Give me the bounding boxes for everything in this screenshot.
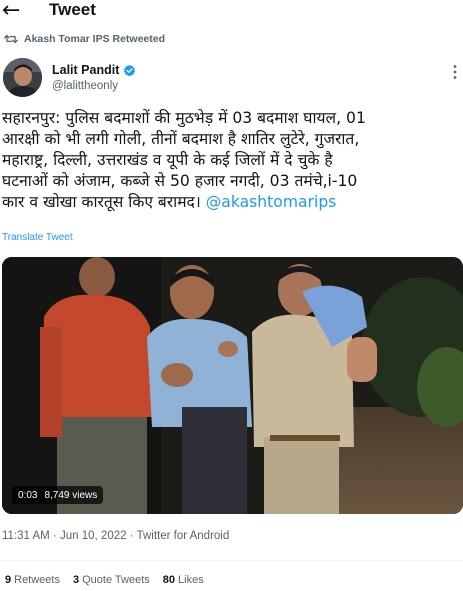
tweet-text-line: घटनाओं को अंजाम, कब्जे से 50 हजार नगदी, … (2, 172, 358, 190)
retweet-context[interactable]: Akash Tomar IPS Retweeted (4, 31, 165, 47)
divider (0, 560, 463, 561)
tweet-time[interactable]: 11:31 AM (2, 530, 50, 542)
mention-link[interactable]: @akashtomarips (206, 193, 337, 211)
tweet-source[interactable]: Twitter for Android (137, 530, 230, 542)
more-options-icon[interactable] (447, 64, 463, 80)
tweet-date[interactable]: Jun 10, 2022 (60, 530, 127, 542)
tweet-meta: 11:31 AM · Jun 10, 2022 · Twitter for An… (2, 530, 229, 542)
quote-tweets-count: 3 (72, 574, 80, 586)
tweet-text-line: सहारनपुर: पुलिस बदमाशों की मुठभेड़ में 0… (2, 109, 366, 127)
retweet-icon (4, 34, 18, 44)
retweets-label: Retweets (14, 574, 60, 586)
video-info-badge: 0:03 8,749 views (12, 486, 104, 504)
video-duration: 0:03 (18, 489, 38, 501)
top-bar: ← Tweet (0, 0, 463, 26)
author-name: Lalit Pandit (52, 63, 120, 77)
avatar-image (3, 58, 42, 97)
author-handle[interactable]: @lalittheonly (52, 79, 118, 93)
translate-tweet-link[interactable]: Translate Tweet (2, 232, 73, 243)
back-arrow-icon[interactable]: ← (2, 0, 20, 23)
tweet-text-line: कार व खोखा कारतूस किए बरामद। (2, 193, 201, 211)
tweet-text-line: महाराष्ट्र, दिल्ली, उत्तराखंड व यूपी के … (2, 151, 333, 169)
likes-count: 80 (162, 574, 176, 586)
video-views: 8,749 views (44, 489, 98, 501)
likes-stat[interactable]: 80 Likes (163, 574, 204, 586)
verified-badge-icon (124, 64, 136, 76)
retweet-context-text: Akash Tomar IPS Retweeted (24, 33, 166, 45)
video-player[interactable]: 0:03 8,749 views (2, 257, 463, 514)
avatar[interactable] (3, 58, 42, 97)
tweet-text-last-line: कार व खोखा कारतूस किए बरामद। @akashtomar… (2, 192, 463, 213)
author-name-row[interactable]: Lalit Pandit (52, 62, 136, 78)
retweets-count: 9 (5, 574, 12, 586)
page-title: Tweet (49, 0, 96, 19)
quote-tweets-label: Quote Tweets (82, 574, 150, 586)
quote-tweets-stat[interactable]: 3 Quote Tweets (73, 574, 150, 586)
video-frame (2, 257, 463, 514)
meta-separator: · (52, 530, 57, 542)
tweet-text-line: आरक्षी को भी लगी गोली, तीनों बदमाश है शा… (2, 130, 360, 148)
retweets-stat[interactable]: 9 Retweets (5, 574, 60, 586)
tweet-stats: 9 Retweets 3 Quote Tweets 80 Likes (5, 574, 217, 586)
tweet-text: सहारनपुर: पुलिस बदमाशों की मुठभेड़ में 0… (2, 108, 463, 213)
meta-separator: · (129, 530, 134, 542)
likes-label: Likes (178, 574, 204, 586)
